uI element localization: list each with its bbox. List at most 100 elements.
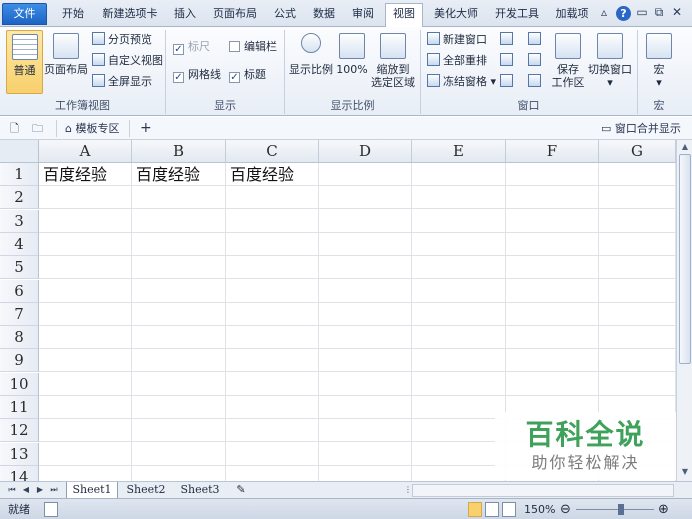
help-icon[interactable]: ? xyxy=(616,6,631,21)
tab-developer[interactable]: 开发工具 xyxy=(489,4,545,26)
template-zone-tab[interactable]: ⌂ 模板专区 xyxy=(56,120,130,137)
column-header-C[interactable]: C xyxy=(226,140,319,163)
hide-icon xyxy=(500,53,513,66)
zoom-button[interactable]: 显示比例 xyxy=(288,30,334,94)
sheet-tab-2[interactable]: Sheet2 xyxy=(120,482,172,499)
headings-checkbox[interactable]: ✓ 标题 xyxy=(229,66,266,84)
column-header-G[interactable]: G xyxy=(599,140,676,163)
first-sheet-icon[interactable]: ⏮ xyxy=(6,483,18,497)
tab-insert[interactable]: 插入 xyxy=(168,4,202,26)
column-header-A[interactable]: A xyxy=(39,140,132,163)
last-sheet-icon[interactable]: ⏭ xyxy=(48,483,60,497)
new-document-icon[interactable]: 🗋 xyxy=(10,120,24,137)
view-side-by-side-button[interactable] xyxy=(528,31,544,49)
split-button[interactable] xyxy=(500,31,516,49)
row-header-12[interactable]: 12 xyxy=(0,419,39,443)
switch-windows-button[interactable]: 切换窗口 ▾ xyxy=(587,30,633,94)
tab-home[interactable]: 开始 xyxy=(56,4,90,26)
row-header-7[interactable]: 7 xyxy=(0,302,39,326)
tab-beautify[interactable]: 美化大师 xyxy=(428,4,484,26)
tab-addins[interactable]: 加载项 xyxy=(550,4,594,26)
row-header-1[interactable]: 1 xyxy=(0,163,39,186)
page-layout-status-icon[interactable] xyxy=(485,502,499,517)
new-window-button[interactable]: 新建窗口 xyxy=(427,31,487,49)
zoom-slider[interactable] xyxy=(576,509,654,510)
reset-position-button[interactable] xyxy=(528,73,544,91)
close-icon[interactable]: ✕ xyxy=(671,5,683,21)
row-header-13[interactable]: 13 xyxy=(0,442,39,466)
zoom-slider-thumb[interactable] xyxy=(618,504,624,515)
switch-windows-label: 切换窗口 xyxy=(588,63,632,76)
column-header-F[interactable]: F xyxy=(506,140,599,163)
row-header-6[interactable]: 6 xyxy=(0,279,39,303)
cell-A1[interactable]: 百度经验 xyxy=(40,163,107,186)
sync-scroll-button[interactable] xyxy=(528,52,544,70)
page-layout-view-button[interactable]: 页面布局 xyxy=(44,30,88,94)
next-sheet-icon[interactable]: ▶ xyxy=(34,483,46,497)
add-tab-button[interactable]: + xyxy=(140,120,154,137)
save-workspace-button[interactable]: 保存 工作区 xyxy=(550,30,586,94)
scroll-up-icon[interactable]: ▲ xyxy=(679,141,691,153)
row-header-5[interactable]: 5 xyxy=(0,256,39,280)
hide-button[interactable] xyxy=(500,52,516,70)
full-screen-label: 全屏显示 xyxy=(108,75,152,88)
row-header-14[interactable]: 14 xyxy=(0,465,39,481)
zoom-100-label: 100% xyxy=(336,63,368,76)
gridlines-checkbox[interactable]: ✓ 网格线 xyxy=(173,66,221,84)
ribbon-collapse-icon[interactable]: ▵ xyxy=(598,5,610,21)
normal-view-status-icon[interactable] xyxy=(468,502,482,517)
ruler-checkbox[interactable]: ✓ 标尺 xyxy=(173,38,210,56)
restore-icon[interactable]: ⧉ xyxy=(653,5,665,21)
column-header-D[interactable]: D xyxy=(319,140,412,163)
arrange-all-button[interactable]: 全部重排 xyxy=(427,52,487,70)
unhide-button[interactable] xyxy=(500,73,516,91)
custom-views-button[interactable]: 自定义视图 xyxy=(92,52,163,70)
gridline-vertical xyxy=(411,163,412,481)
select-all-corner[interactable] xyxy=(0,140,39,163)
zoom-in-icon[interactable]: ⊕ xyxy=(658,502,669,517)
row-header-10[interactable]: 10 xyxy=(0,372,39,396)
zoom-out-icon[interactable]: ⊖ xyxy=(560,502,571,517)
formula-bar-checkbox[interactable]: 编辑栏 xyxy=(229,38,277,56)
row-header-3[interactable]: 3 xyxy=(0,209,39,233)
tab-review[interactable]: 审阅 xyxy=(346,4,380,26)
scroll-thumb[interactable] xyxy=(679,154,691,364)
tab-file[interactable]: 文件 xyxy=(2,3,47,25)
zoom-to-selection-button[interactable]: 缩放到 选定区域 xyxy=(370,30,416,94)
open-folder-icon[interactable]: 🗀 xyxy=(32,120,46,137)
cell-B1[interactable]: 百度经验 xyxy=(133,163,200,186)
merge-windows-button[interactable]: ▭ 窗口合并显示 xyxy=(601,120,681,137)
freeze-panes-button[interactable]: 冻结窗格 ▾ xyxy=(427,73,496,91)
normal-view-button[interactable]: 普通 xyxy=(6,30,43,94)
row-header-4[interactable]: 4 xyxy=(0,232,39,256)
page-break-preview-button[interactable]: 分页预览 xyxy=(92,31,152,49)
row-header-2[interactable]: 2 xyxy=(0,186,39,210)
scroll-down-icon[interactable]: ▼ xyxy=(679,466,691,478)
row-header-11[interactable]: 11 xyxy=(0,396,39,419)
tab-view[interactable]: 视图 xyxy=(385,3,423,27)
zoom-100-button[interactable]: 100% xyxy=(336,30,368,94)
macro-record-icon[interactable] xyxy=(44,502,58,517)
page-break-status-icon[interactable] xyxy=(502,502,516,517)
zoom-selection-icon xyxy=(380,33,406,59)
macros-button[interactable]: 宏 ▾ xyxy=(642,30,676,94)
cell-C1[interactable]: 百度经验 xyxy=(227,163,294,186)
sheet-tab-3[interactable]: Sheet3 xyxy=(174,482,226,499)
tab-new-tab[interactable]: 新建选项卡 xyxy=(97,4,163,26)
row-header-8[interactable]: 8 xyxy=(0,326,39,350)
row-header-9[interactable]: 9 xyxy=(0,349,39,373)
full-screen-button[interactable]: 全屏显示 xyxy=(92,73,152,91)
column-header-E[interactable]: E xyxy=(412,140,506,163)
tab-formulas[interactable]: 公式 xyxy=(268,4,302,26)
minimize-icon[interactable]: ▭ xyxy=(636,5,648,21)
vertical-scrollbar[interactable]: ▲ ▼ xyxy=(676,140,692,481)
tab-data[interactable]: 数据 xyxy=(307,4,341,26)
arrange-all-label: 全部重排 xyxy=(443,54,487,67)
prev-sheet-icon[interactable]: ◀ xyxy=(20,483,32,497)
zoom-level[interactable]: 150% xyxy=(524,502,555,517)
sheet-tab-1[interactable]: Sheet1 xyxy=(66,482,118,499)
tab-page-layout[interactable]: 页面布局 xyxy=(207,4,263,26)
insert-sheet-icon[interactable]: ✎ xyxy=(230,482,252,499)
column-header-B[interactable]: B xyxy=(132,140,226,163)
horizontal-scrollbar[interactable] xyxy=(412,484,674,497)
